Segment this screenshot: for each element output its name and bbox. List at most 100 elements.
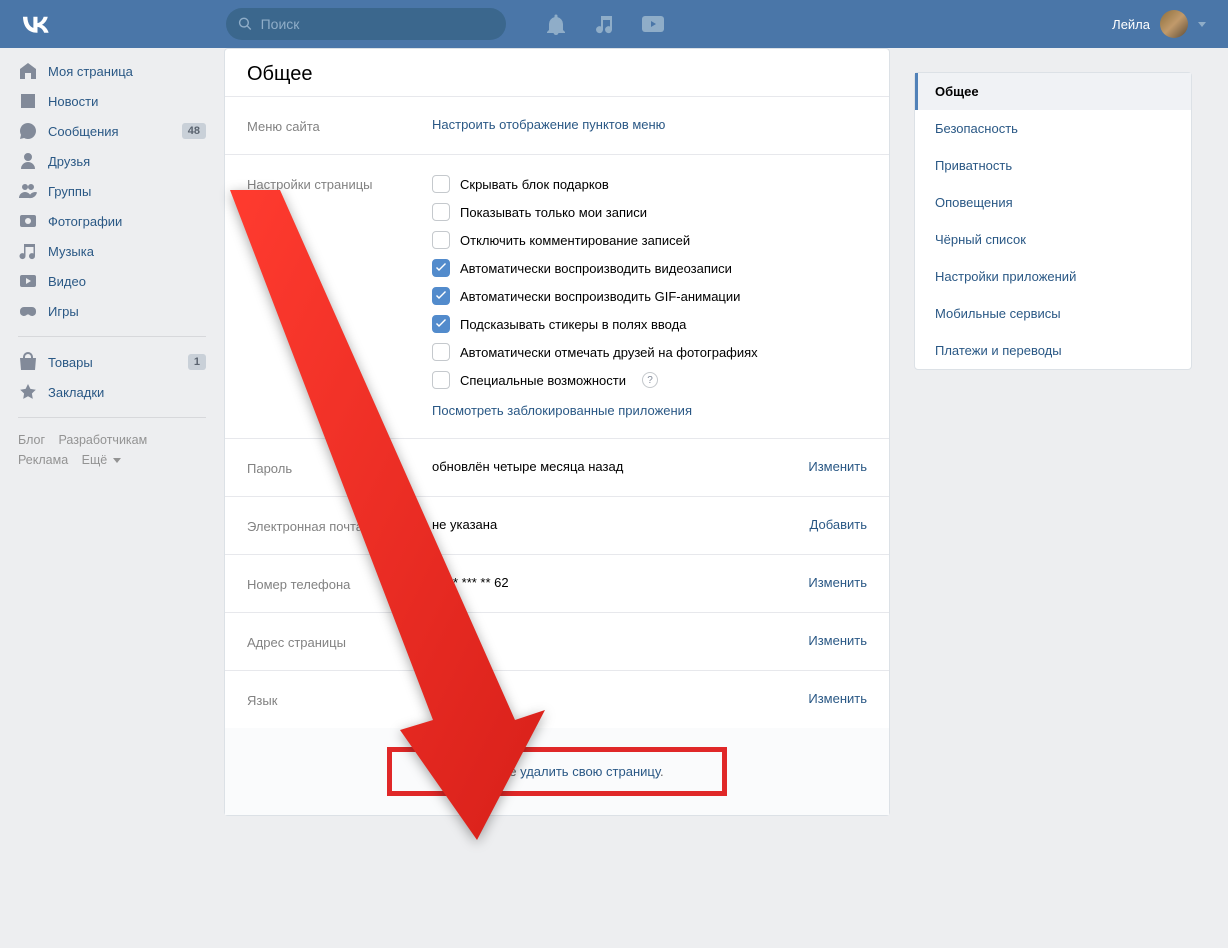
row-action[interactable]: Изменить — [808, 633, 867, 648]
nav-separator — [18, 336, 206, 337]
checkbox[interactable] — [432, 259, 450, 277]
checkbox-label: Автоматически воспроизводить видеозаписи — [460, 261, 732, 276]
settings-nav: Общее Безопасность Приватность Оповещени… — [914, 72, 1192, 370]
row-action[interactable]: Изменить — [808, 459, 867, 474]
checkbox-row: Специальные возможности ? — [432, 371, 867, 389]
sidebar-item-label: Фотографии — [48, 214, 122, 229]
sidebar-item-market[interactable]: Товары 1 — [12, 347, 212, 377]
sidebar-item-label: Закладки — [48, 385, 104, 400]
settings-nav-item[interactable]: Оповещения — [915, 184, 1191, 221]
menu-settings-link[interactable]: Настроить отображение пунктов меню — [432, 117, 665, 132]
checkbox-label: Скрывать блок подарков — [460, 177, 609, 192]
sidebar-item-label: Видео — [48, 274, 86, 289]
info-row: Электронная почта не указана Добавить — [225, 497, 889, 555]
home-icon — [18, 61, 38, 81]
row-label: Электронная почта — [247, 517, 432, 534]
row-label: Номер телефона — [247, 575, 432, 592]
delete-suffix: . — [660, 764, 664, 779]
music-icon — [18, 241, 38, 261]
delete-account-link[interactable]: удалить свою страницу — [520, 764, 660, 779]
footer-ads[interactable]: Реклама — [18, 453, 68, 467]
row-value: 7 *** *** ** 62 — [432, 575, 509, 590]
sidebar-item-games[interactable]: Игры — [12, 296, 212, 326]
checkbox-row: Отключить комментирование записей — [432, 231, 867, 249]
section-menu: Меню сайта Настроить отображение пунктов… — [225, 97, 889, 155]
row-value: обновлён четыре месяца назад — [432, 459, 623, 474]
page-title: Общее — [225, 49, 889, 97]
search-box[interactable] — [226, 8, 506, 40]
sidebar-item-label: Товары — [48, 355, 93, 370]
row-action[interactable]: Изменить — [808, 691, 867, 706]
footer-blog[interactable]: Блог — [18, 433, 45, 447]
chevron-down-icon — [1198, 22, 1206, 27]
footer-more[interactable]: Ещё — [82, 453, 121, 467]
checkbox[interactable] — [432, 231, 450, 249]
video-icon[interactable] — [642, 14, 664, 34]
header-user[interactable]: Лейла — [1112, 10, 1216, 38]
settings-nav-item[interactable]: Настройки приложений — [915, 258, 1191, 295]
settings-nav-item[interactable]: Общее — [915, 73, 1191, 110]
vk-logo[interactable] — [16, 4, 56, 44]
header: Лейла — [0, 0, 1228, 48]
settings-card: Общее Меню сайта Настроить отображение п… — [224, 48, 890, 816]
sidebar-item-photos[interactable]: Фотографии — [12, 206, 212, 236]
checkbox[interactable] — [432, 315, 450, 333]
checkbox-row: Скрывать блок подарков — [432, 175, 867, 193]
checkbox-row: Подсказывать стикеры в полях ввода — [432, 315, 867, 333]
checkbox[interactable] — [432, 343, 450, 361]
footer-dev[interactable]: Разработчикам — [59, 433, 148, 447]
info-row: Номер телефона 7 *** *** ** 62 Изменить — [225, 555, 889, 613]
row-label: Пароль — [247, 459, 432, 476]
checkbox[interactable] — [432, 287, 450, 305]
section-label: Настройки страницы — [247, 175, 432, 418]
settings-nav-item[interactable]: Приватность — [915, 147, 1191, 184]
info-row: Язык Русский Изменить — [225, 671, 889, 728]
groups-icon — [18, 181, 38, 201]
sidebar-item-groups[interactable]: Группы — [12, 176, 212, 206]
msg-icon — [18, 121, 38, 141]
music-icon[interactable] — [594, 14, 614, 34]
settings-nav-item[interactable]: Платежи и переводы — [915, 332, 1191, 369]
sidebar-item-msg[interactable]: Сообщения 48 — [12, 116, 212, 146]
sidebar-item-label: Новости — [48, 94, 98, 109]
settings-nav-item[interactable]: Мобильные сервисы — [915, 295, 1191, 332]
sidebar-item-label: Игры — [48, 304, 79, 319]
delete-account-row: Вы можете удалить свою страницу. — [225, 728, 889, 815]
section-label: Меню сайта — [247, 117, 432, 134]
bell-icon[interactable] — [546, 13, 566, 35]
checkbox-label: Подсказывать стикеры в полях ввода — [460, 317, 686, 332]
checkbox-row: Показывать только мои записи — [432, 203, 867, 221]
sidebar-item-news[interactable]: Новости — [12, 86, 212, 116]
row-action[interactable]: Добавить — [810, 517, 867, 532]
badge: 1 — [188, 354, 206, 370]
username: Лейла — [1112, 17, 1150, 32]
sidebar-item-music[interactable]: Музыка — [12, 236, 212, 266]
sidebar-item-video[interactable]: Видео — [12, 266, 212, 296]
search-icon — [238, 16, 253, 32]
nav-separator — [18, 417, 206, 418]
help-icon[interactable]: ? — [642, 372, 658, 388]
section-page-settings: Настройки страницы Скрывать блок подарко… — [225, 155, 889, 439]
checkbox[interactable] — [432, 175, 450, 193]
checkbox-label: Автоматически отмечать друзей на фотогра… — [460, 345, 758, 360]
settings-nav-item[interactable]: Чёрный список — [915, 221, 1191, 258]
sidebar: Моя страница Новости Сообщения 48 Друзья… — [12, 48, 212, 816]
sidebar-item-friends[interactable]: Друзья — [12, 146, 212, 176]
search-input[interactable] — [261, 16, 494, 32]
main-content: Общее Меню сайта Настроить отображение п… — [212, 48, 902, 816]
sidebar-item-label: Группы — [48, 184, 91, 199]
news-icon — [18, 91, 38, 111]
sidebar-item-bookmark[interactable]: Закладки — [12, 377, 212, 407]
info-row: Адрес страницы h .com Изменить — [225, 613, 889, 671]
friends-icon — [18, 151, 38, 171]
row-action[interactable]: Изменить — [808, 575, 867, 590]
bookmark-icon — [18, 382, 38, 402]
settings-nav-item[interactable]: Безопасность — [915, 110, 1191, 147]
blocked-apps-link[interactable]: Посмотреть заблокированные приложения — [432, 403, 867, 418]
sidebar-item-home[interactable]: Моя страница — [12, 56, 212, 86]
checkbox[interactable] — [432, 371, 450, 389]
row-label: Язык — [247, 691, 432, 708]
games-icon — [18, 301, 38, 321]
checkbox-label: Показывать только мои записи — [460, 205, 647, 220]
checkbox[interactable] — [432, 203, 450, 221]
